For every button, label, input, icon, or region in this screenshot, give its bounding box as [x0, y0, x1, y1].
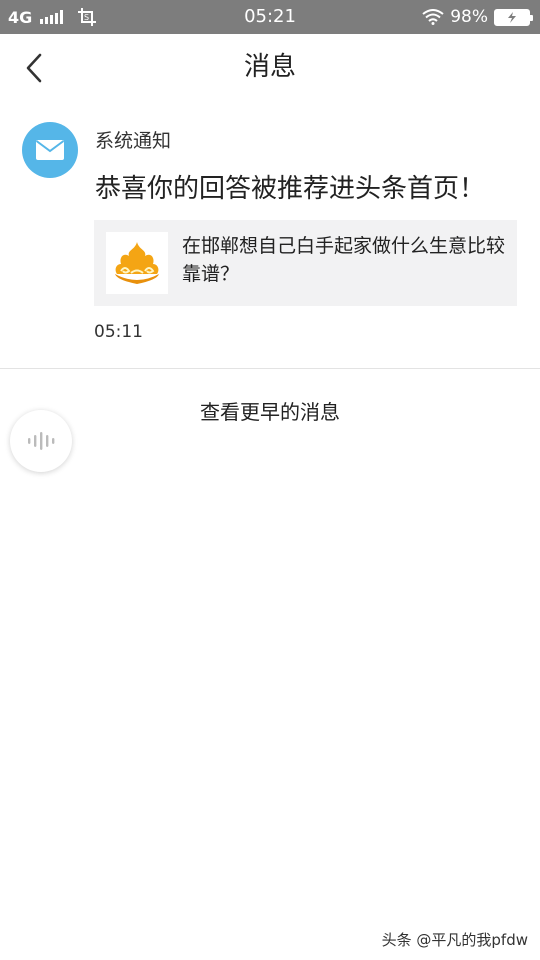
avatar	[22, 122, 78, 178]
page-title: 消息	[243, 52, 296, 82]
flame-logo-icon	[115, 242, 159, 284]
back-button[interactable]	[14, 48, 54, 88]
status-right: 98%	[422, 0, 533, 34]
wifi-icon	[422, 9, 444, 25]
divider	[0, 368, 540, 369]
notification-sender: 系统通知	[95, 130, 172, 152]
notification-message: 恭喜你的回答被推荐进头条首页！	[95, 174, 486, 204]
notification-item[interactable]: 系统通知 恭喜你的回答被推荐进头条首页！ 在邯郸想自己白手起家做什么生意比较靠谱…	[0, 100, 540, 368]
watermark: 头条 @平凡的我pfdw	[381, 931, 528, 949]
battery-icon	[494, 8, 533, 26]
view-earlier-messages-link[interactable]: 查看更早的消息	[0, 396, 540, 425]
card-thumbnail	[106, 232, 168, 294]
status-bar: 4G S 05:21 98%	[0, 0, 540, 34]
linked-question-card[interactable]: 在邯郸想自己白手起家做什么生意比较靠谱？	[94, 220, 517, 306]
chevron-left-icon	[26, 53, 42, 83]
voice-wave-icon	[28, 432, 55, 450]
mail-icon	[35, 140, 65, 160]
battery-percent: 98%	[450, 7, 488, 27]
nav-bar: 消息	[0, 34, 540, 100]
card-question-text: 在邯郸想自己白手起家做什么生意比较靠谱？	[182, 235, 506, 285]
notification-time: 05:11	[94, 322, 143, 342]
voice-button[interactable]	[10, 410, 72, 472]
